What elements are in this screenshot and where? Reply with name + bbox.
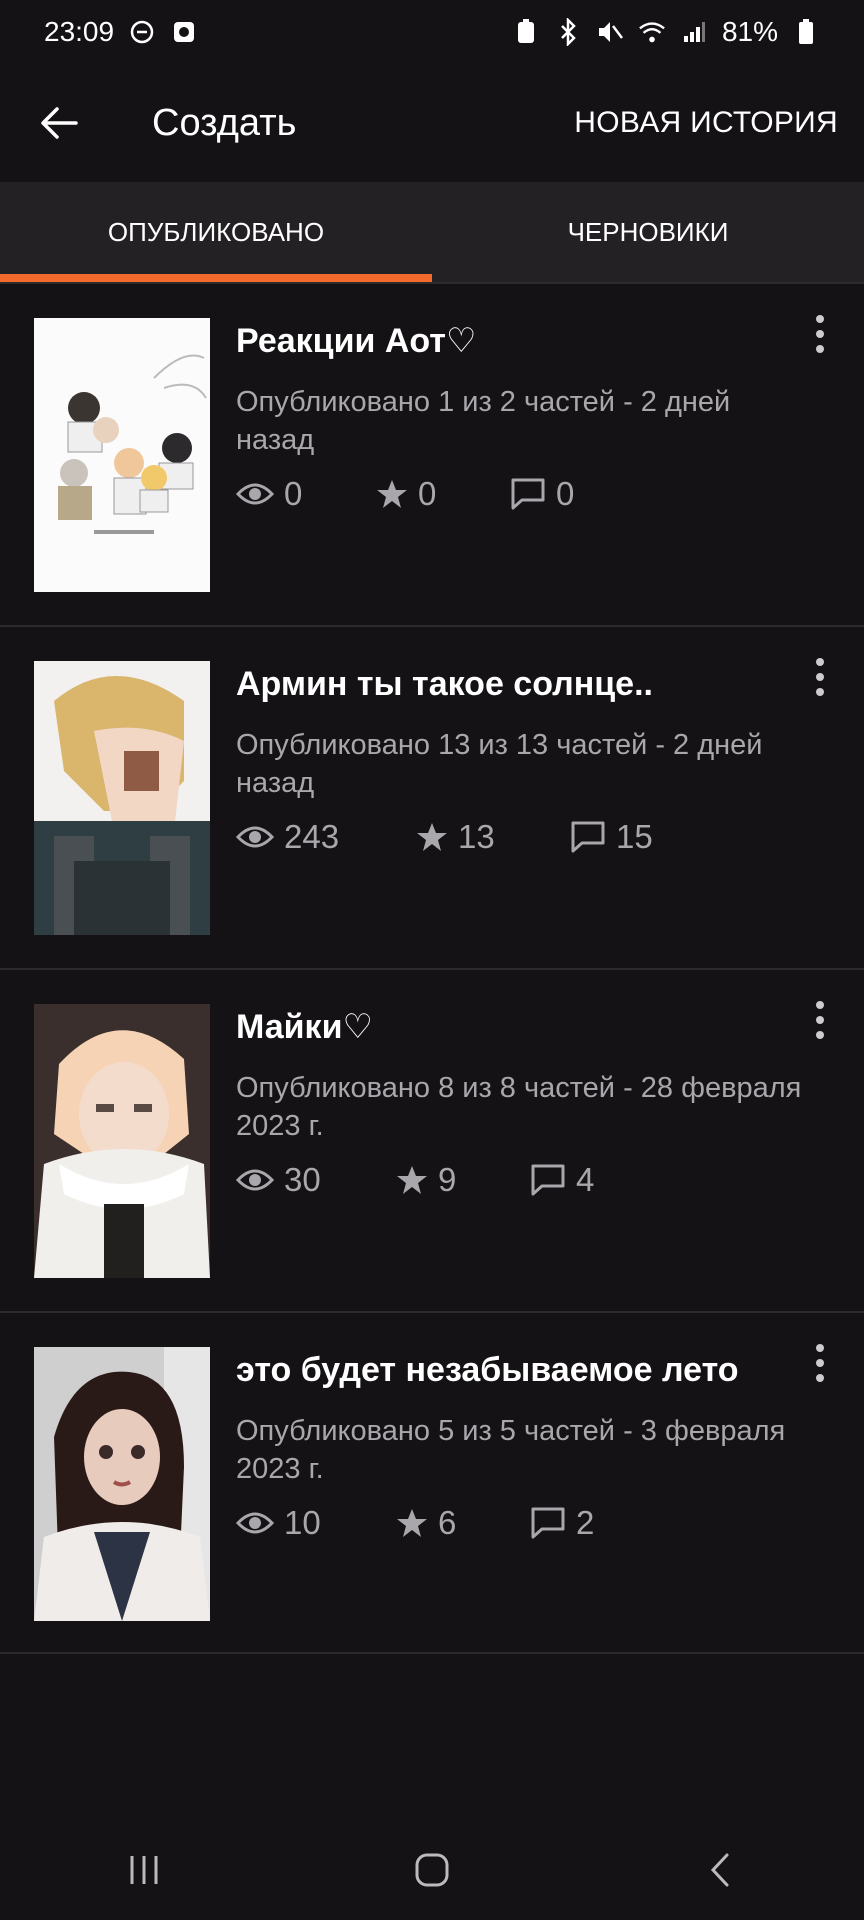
votes-count: 0	[418, 474, 437, 512]
battery-icon	[792, 18, 820, 46]
story-meta: Опубликовано 1 из 2 частей - 2 дней наза…	[236, 385, 731, 456]
tab-published[interactable]: ОПУБЛИКОВАНО	[0, 182, 432, 282]
story-card[interactable]: Майки♡ Опубликовано 8 из 8 частей - 28 ф…	[0, 968, 864, 1311]
home-icon[interactable]	[402, 1840, 462, 1900]
story-info: это будет незабываемое лето Опубликовано…	[236, 1349, 804, 1542]
story-title[interactable]: Майки♡	[236, 1006, 804, 1049]
story-info: Майки♡ Опубликовано 8 из 8 частей - 28 ф…	[236, 1006, 804, 1199]
story-title[interactable]: это будет незабываемое лето	[236, 1349, 804, 1392]
comment-icon	[531, 1507, 565, 1538]
battery-saver-icon	[512, 18, 540, 46]
wifi-icon	[638, 18, 666, 46]
story-cover-image[interactable]	[34, 1347, 210, 1621]
more-options-icon[interactable]	[812, 1000, 828, 1040]
clock: 23:09	[44, 16, 115, 47]
views-count: 0	[284, 474, 303, 512]
new-story-button[interactable]: НОВАЯ ИСТОРИЯ	[574, 106, 838, 140]
story-cover-image[interactable]	[34, 1004, 210, 1278]
eye-icon	[236, 826, 274, 847]
eye-icon	[236, 483, 274, 504]
views-count: 10	[284, 1503, 321, 1541]
story-meta: Опубликовано 5 из 5 частей - 3 февраля 2…	[236, 1414, 786, 1485]
story-cover-image[interactable]	[34, 661, 210, 935]
comment-icon	[571, 821, 605, 852]
story-card[interactable]: Армин ты такое солнце.. Опубликовано 13 …	[0, 625, 864, 968]
comments-count: 0	[556, 474, 575, 512]
votes-count: 9	[438, 1160, 457, 1198]
page-title: Создать	[152, 101, 297, 144]
votes-count: 6	[438, 1503, 457, 1541]
comment-icon	[531, 1164, 565, 1195]
comments-stat: 0	[510, 475, 574, 513]
views-stat: 30	[236, 1161, 396, 1199]
votes-stat: 0	[376, 475, 510, 513]
votes-stat: 6	[396, 1504, 530, 1542]
story-meta: Опубликовано 13 из 13 частей - 2 дней на…	[236, 728, 763, 799]
story-card[interactable]: Реакции Аот♡ Опубликовано 1 из 2 частей …	[0, 282, 864, 625]
bluetooth-icon	[554, 18, 582, 46]
star-icon	[397, 1508, 427, 1537]
more-options-icon[interactable]	[812, 657, 828, 697]
star-icon	[377, 479, 407, 508]
battery-percent: 81%	[721, 16, 778, 47]
app-bar: Создать НОВАЯ ИСТОРИЯ	[0, 64, 864, 182]
dnd-icon	[128, 18, 156, 46]
comments-stat: 15	[570, 818, 653, 856]
votes-stat: 13	[416, 818, 570, 856]
story-info: Армин ты такое солнце.. Опубликовано 13 …	[236, 663, 804, 856]
votes-stat: 9	[396, 1161, 530, 1199]
story-title[interactable]: Армин ты такое солнце..	[236, 663, 804, 706]
eye-icon	[236, 1512, 274, 1533]
views-stat: 0	[236, 475, 376, 513]
story-stats: 243 13 15	[236, 818, 804, 856]
story-stats: 10 6 2	[236, 1504, 804, 1542]
votes-count: 13	[458, 817, 495, 855]
tab-drafts[interactable]: ЧЕРНОВИКИ	[432, 182, 864, 282]
back-arrow-icon[interactable]	[40, 103, 80, 143]
tab-bar: ОПУБЛИКОВАНО ЧЕРНОВИКИ	[0, 182, 864, 282]
comment-icon	[511, 478, 545, 509]
more-options-icon[interactable]	[812, 1343, 828, 1383]
mute-icon	[596, 18, 624, 46]
story-stats: 0 0 0	[236, 475, 804, 513]
views-stat: 243	[236, 818, 416, 856]
story-meta: Опубликовано 8 из 8 частей - 28 февраля …	[236, 1071, 802, 1142]
story-title[interactable]: Реакции Аот♡	[236, 320, 804, 363]
star-icon	[417, 822, 447, 851]
comments-count: 4	[576, 1160, 595, 1198]
views-stat: 10	[236, 1504, 396, 1542]
star-icon	[397, 1165, 427, 1194]
eye-icon	[236, 1169, 274, 1190]
comments-stat: 2	[530, 1504, 594, 1542]
status-bar: 23:09 81%	[0, 0, 864, 64]
comments-count: 15	[616, 817, 653, 855]
signal-icon	[680, 18, 708, 46]
story-list: Реакции Аот♡ Опубликовано 1 из 2 частей …	[0, 282, 864, 1654]
views-count: 30	[284, 1160, 321, 1198]
recent-apps-icon[interactable]	[114, 1840, 174, 1900]
comments-count: 2	[576, 1503, 595, 1541]
story-cover-image[interactable]	[34, 318, 210, 592]
app-notification-icon	[170, 18, 198, 46]
more-options-icon[interactable]	[812, 314, 828, 354]
system-nav-bar	[0, 1820, 864, 1920]
views-count: 243	[284, 817, 340, 855]
story-stats: 30 9 4	[236, 1161, 804, 1199]
comments-stat: 4	[530, 1161, 594, 1199]
back-nav-icon[interactable]	[690, 1840, 750, 1900]
story-card[interactable]: это будет незабываемое лето Опубликовано…	[0, 1311, 864, 1654]
story-info: Реакции Аот♡ Опубликовано 1 из 2 частей …	[236, 320, 804, 513]
